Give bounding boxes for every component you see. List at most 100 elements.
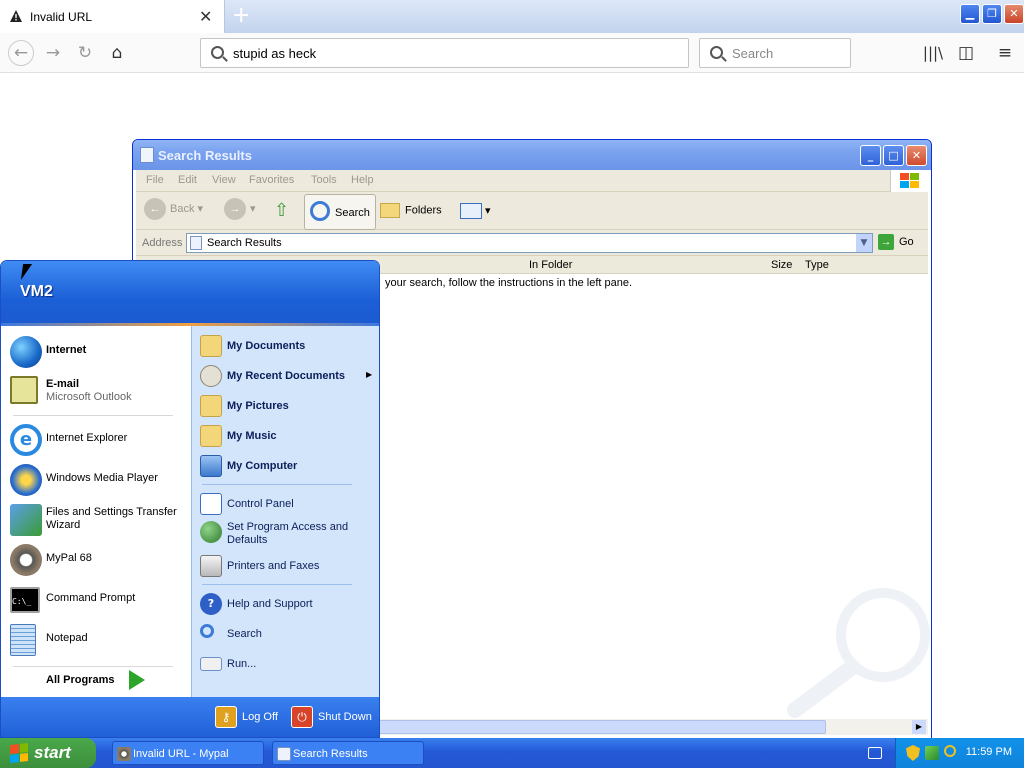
menu-edit[interactable]: Edit xyxy=(178,174,197,186)
column-size[interactable]: Size xyxy=(771,259,792,271)
help-icon: ? xyxy=(200,593,222,615)
security-shield-icon[interactable] xyxy=(906,745,920,761)
place-program-access[interactable]: Set Program Access and Defaults xyxy=(198,520,376,550)
item-label: My Pictures xyxy=(227,400,289,412)
item-label: Files and Settings Transfer Wizard xyxy=(46,506,177,531)
start-item-mypal[interactable]: MyPal 68 xyxy=(1,542,187,578)
keyboard-icon[interactable] xyxy=(868,747,882,759)
key-icon: ⚷ xyxy=(215,706,237,728)
menu-favorites[interactable]: Favorites xyxy=(249,174,294,186)
start-item-email[interactable]: E-mail Microsoft Outlook xyxy=(1,374,187,410)
item-label: Internet xyxy=(46,344,87,356)
item-label: My Documents xyxy=(227,340,306,352)
documents-folder-icon xyxy=(200,335,222,357)
search-tray-icon[interactable] xyxy=(944,745,956,757)
item-label: Printers and Faxes xyxy=(227,560,320,572)
views-icon xyxy=(460,203,482,219)
forward-icon: → xyxy=(224,198,246,220)
start-item-transfer-wizard[interactable]: Files and Settings Transfer Wizard xyxy=(1,502,187,538)
search-button[interactable]: Search xyxy=(304,194,376,230)
start-item-media-player[interactable]: Windows Media Player xyxy=(1,462,187,498)
item-label: Command Prompt xyxy=(46,592,136,604)
up-folder-icon[interactable]: ⇧ xyxy=(274,200,289,221)
notepad-icon xyxy=(10,624,36,656)
taskbar: start Invalid URL - Mypal Search Results… xyxy=(0,738,1024,768)
back-icon: ← xyxy=(144,198,166,220)
search-results-icon xyxy=(140,147,154,163)
menu-file[interactable]: File xyxy=(146,174,164,186)
restore-icon[interactable]: ❐ xyxy=(982,4,1002,24)
start-item-command-prompt[interactable]: C:\_ Command Prompt xyxy=(1,582,187,618)
magnifier-watermark-icon xyxy=(787,588,930,718)
menu-help[interactable]: Help xyxy=(351,174,374,186)
address-input[interactable]: Search Results ▼ xyxy=(186,233,873,253)
clock: 11:59 PM xyxy=(965,746,1012,758)
column-in-folder[interactable]: In Folder xyxy=(529,259,572,271)
back-button[interactable]: ← Back ▾ xyxy=(144,198,203,220)
home-icon[interactable]: ⌂ xyxy=(106,42,128,64)
place-search[interactable]: Search xyxy=(198,622,376,646)
place-printers[interactable]: Printers and Faxes xyxy=(198,554,376,578)
browser-tab[interactable]: Invalid URL ✕ xyxy=(0,0,225,33)
search-input[interactable]: Search xyxy=(699,38,851,68)
window-title-bar[interactable]: Search Results _ □ ✕ xyxy=(133,140,931,170)
power-icon: ⏻ xyxy=(291,706,313,728)
taskbar-item-search-results[interactable]: Search Results xyxy=(272,741,424,765)
menu-view[interactable]: View xyxy=(212,174,236,186)
program-access-icon xyxy=(200,521,222,543)
menu-icon[interactable]: ≡ xyxy=(994,42,1016,64)
transfer-wizard-icon xyxy=(10,504,42,536)
place-my-music[interactable]: My Music xyxy=(198,424,376,448)
tab-close-icon[interactable]: ✕ xyxy=(199,7,212,26)
new-tab-icon[interactable]: + xyxy=(232,3,250,28)
warning-icon xyxy=(10,10,22,22)
start-menu-footer: ⚷ Log Off ⏻ Shut Down xyxy=(1,697,379,737)
folders-button[interactable]: Folders xyxy=(380,203,442,218)
log-off-button[interactable]: ⚷ Log Off xyxy=(215,706,278,728)
start-item-internet[interactable]: Internet xyxy=(1,334,187,370)
minimize-icon[interactable]: ▁ xyxy=(960,4,980,24)
scroll-right-icon[interactable]: ▶ xyxy=(912,720,926,734)
place-control-panel[interactable]: Control Panel xyxy=(198,492,376,516)
minimize-icon[interactable]: _ xyxy=(860,145,881,166)
views-button[interactable]: ▾ xyxy=(460,203,491,219)
library-icon[interactable]: |||\ xyxy=(922,42,944,64)
go-button[interactable]: → Go xyxy=(878,234,914,250)
forward-button[interactable]: → ▾ xyxy=(224,198,256,220)
forward-arrow-icon[interactable]: → xyxy=(42,42,64,64)
column-type[interactable]: Type xyxy=(805,259,829,271)
printer-icon xyxy=(200,555,222,577)
all-programs-label: All Programs xyxy=(46,674,115,686)
url-bar[interactable]: stupid as heck xyxy=(200,38,689,68)
maximize-icon[interactable]: □ xyxy=(883,145,904,166)
separator xyxy=(202,484,352,485)
chevron-down-icon[interactable]: ▼ xyxy=(856,234,872,252)
start-button[interactable]: start xyxy=(0,738,96,768)
separator xyxy=(202,584,352,585)
place-my-computer[interactable]: My Computer xyxy=(198,454,376,478)
network-icon[interactable] xyxy=(925,746,939,760)
place-help-support[interactable]: ? Help and Support xyxy=(198,592,376,616)
item-label: Run... xyxy=(227,658,257,670)
start-item-internet-explorer[interactable]: e Internet Explorer xyxy=(1,422,187,458)
start-item-notepad[interactable]: Notepad xyxy=(1,622,187,658)
task-label: Invalid URL - Mypal xyxy=(133,748,229,760)
mypal-icon xyxy=(10,544,42,576)
place-my-documents[interactable]: My Documents xyxy=(198,334,376,358)
place-my-pictures[interactable]: My Pictures xyxy=(198,394,376,418)
item-label: Internet Explorer xyxy=(46,432,128,444)
sidebar-icon[interactable]: ◫ xyxy=(955,42,977,64)
item-label: Windows Media Player xyxy=(46,472,158,484)
menu-tools[interactable]: Tools xyxy=(311,174,337,186)
place-my-recent-documents[interactable]: My Recent Documents ▶ xyxy=(198,364,376,388)
shut-down-button[interactable]: ⏻ Shut Down xyxy=(291,706,372,728)
taskbar-item-mypal[interactable]: Invalid URL - Mypal xyxy=(112,741,264,765)
browser-tab-bar: Invalid URL ✕ + ▁ ❐ ✕ xyxy=(0,0,1024,33)
close-window-icon[interactable]: ✕ xyxy=(1004,4,1024,24)
back-arrow-icon[interactable]: ← xyxy=(8,40,34,66)
place-run[interactable]: Run... xyxy=(198,652,376,676)
close-icon[interactable]: ✕ xyxy=(906,145,927,166)
address-value: Search Results xyxy=(207,237,282,249)
reload-icon[interactable]: ↻ xyxy=(74,42,96,64)
music-folder-icon xyxy=(200,425,222,447)
